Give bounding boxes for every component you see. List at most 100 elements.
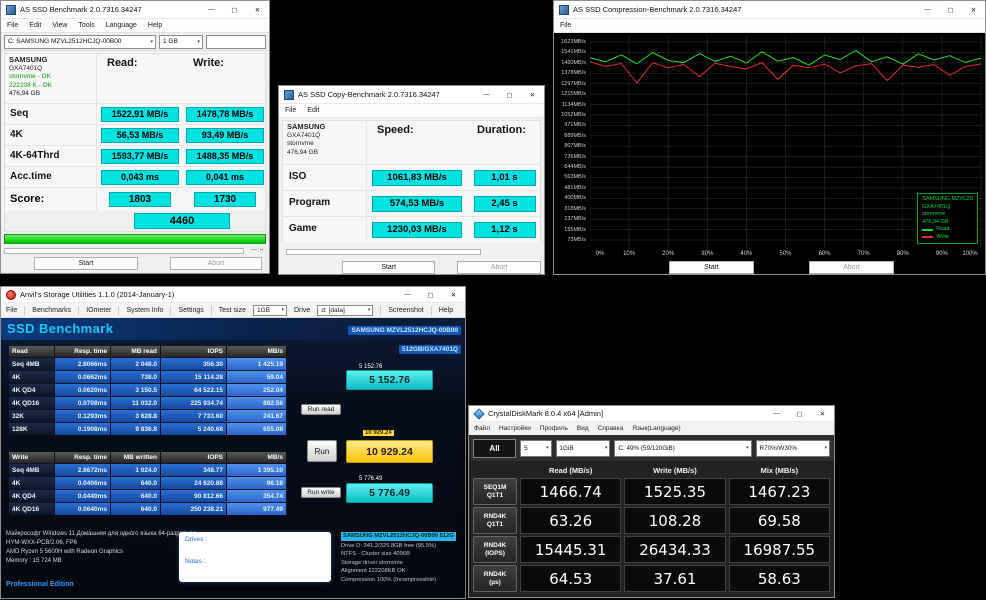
acctime-read-value: 0,043 ms <box>101 169 179 185</box>
menu-help[interactable]: Help <box>148 22 162 29</box>
test-count-value: 5 <box>524 444 528 452</box>
target-drive-select[interactable]: C: 49% (59/120GiB) ▾ <box>614 439 752 457</box>
menu-system-info[interactable]: System Info <box>126 307 163 314</box>
maximize-button[interactable]: ▢ <box>939 1 962 18</box>
mix-ratio-select[interactable]: R70%/W30% ▾ <box>755 439 831 457</box>
write-score-box: 5 776.49 <box>346 483 433 503</box>
titlebar[interactable]: Anvil's Storage Utilities 1.1.0 (2014-Ja… <box>1 287 465 303</box>
run-read-button[interactable]: Run read <box>301 404 341 415</box>
iops-cell: 7 733.60 <box>161 409 227 422</box>
run-button[interactable]: Run <box>307 440 337 462</box>
menu-language[interactable]: Language <box>106 22 137 29</box>
target-drive-value: C: 49% (59/120GiB) <box>618 444 675 452</box>
app-icon <box>6 289 16 300</box>
maximize-button[interactable]: ▢ <box>223 1 246 18</box>
menu-screenshot[interactable]: Screenshot <box>388 307 423 314</box>
start-button[interactable]: Start <box>342 261 436 274</box>
menu-settings[interactable]: Settings <box>178 307 203 314</box>
maximize-button[interactable]: ▢ <box>419 287 442 302</box>
drive-alignment: Alignment 222208KB OK <box>341 568 406 574</box>
program-duration-value: 2,45 s <box>473 195 536 212</box>
y-axis-tick: 1541MB/s <box>561 49 586 56</box>
menu-edit[interactable]: Edit <box>307 107 319 114</box>
score-row: Score: 1803 1730 <box>4 187 266 211</box>
menu-file[interactable]: File <box>285 107 296 114</box>
result-row-rnd4k-latency: RND4K (µs) 64.53 37.61 58.63 <box>473 565 830 592</box>
menu-language[interactable]: Язык(Language) <box>632 425 680 432</box>
drive-select[interactable]: d: [data] ▾ <box>317 304 374 316</box>
menu-view[interactable]: View <box>52 22 67 29</box>
close-button[interactable]: ✕ <box>811 406 834 421</box>
row-label: 4K QD16 <box>9 396 55 409</box>
menu-iometer[interactable]: IOmeter <box>86 307 111 314</box>
close-button[interactable]: ✕ <box>521 86 544 103</box>
game-speed-value: 1230,03 MB/s <box>372 221 462 238</box>
menu-view[interactable]: Вид <box>577 425 589 432</box>
device-firmware-badge: 512GB/GXA7401Q <box>398 345 461 354</box>
menu-help[interactable]: Справка <box>598 425 624 432</box>
table-row: 128K 0.1908ms 9 836.8 5 240.68 655.08 <box>9 422 287 435</box>
run-write-button[interactable]: Run write <box>301 487 341 498</box>
menubar: File Benchmarks IOmeter System Info Sett… <box>1 303 465 318</box>
total-score-small-label: 10 929.24 <box>363 430 394 436</box>
chevron-down-icon: ▾ <box>824 445 828 451</box>
minimize-button[interactable]: — <box>475 86 498 103</box>
drive-model-badge: SAMSUNG MZVL2512HCJQ-00B00 512G <box>341 532 456 541</box>
run-seq1m-q1t1-button[interactable]: SEQ1M Q1T1 <box>473 478 517 505</box>
maximize-button[interactable]: ▢ <box>788 406 811 421</box>
menu-file[interactable]: File <box>6 307 17 314</box>
test-count-select[interactable]: 5 ▾ <box>520 439 552 457</box>
drives-notes-box[interactable]: Drives : Notes : <box>179 532 331 582</box>
menu-tools[interactable]: Tools <box>78 22 94 29</box>
menu-profile[interactable]: Профиль <box>540 425 568 432</box>
menu-benchmarks[interactable]: Benchmarks <box>32 307 71 314</box>
titlebar[interactable]: CrystalDiskMark 8.0.4 x64 [Admin] — ▢ ✕ <box>469 406 834 422</box>
result-row-rnd4k-iops: RND4K (IOPS) 15445.31 26434.33 16987.55 <box>473 536 830 563</box>
row-label: 4K <box>9 370 55 383</box>
table-row: 4K QD16 0.0708ms 11 032.0 225 934.74 882… <box>9 396 287 409</box>
menu-edit[interactable]: Edit <box>29 22 41 29</box>
run-all-button[interactable]: All <box>473 438 517 458</box>
menu-file[interactable]: File <box>560 22 571 29</box>
test-size-select[interactable]: 1GB ▾ <box>252 304 287 316</box>
abort-button[interactable]: Abort <box>170 257 262 270</box>
test-queue-thread: Q1T1 <box>486 520 504 528</box>
run-rnd4k-q1t1-button[interactable]: RND4K Q1T1 <box>473 507 517 534</box>
test-size-select[interactable]: 1 GB ▾ <box>159 34 203 49</box>
minimize-button[interactable]: — <box>200 1 223 18</box>
minimize-button[interactable]: — <box>396 287 419 302</box>
drive-select[interactable]: C: SAMSUNG MZVL2512HCJQ-00B00 ▾ <box>4 34 156 49</box>
titlebar[interactable]: AS SSD Compression-Benchmark 2.0.7316.34… <box>554 1 985 19</box>
row-label: Seq 4MB <box>9 463 55 476</box>
test-size-select[interactable]: 1GiB ▾ <box>555 439 611 457</box>
row-label: 4K QD4 <box>9 383 55 396</box>
legend-drive-firmware: GXA7401Q <box>922 203 951 210</box>
benchmark-row-4k: 4K 56,53 MB/s 93,49 MB/s <box>4 124 266 145</box>
edition-link[interactable]: Professional Edition <box>6 581 74 588</box>
row-label: Program <box>283 191 367 216</box>
start-button[interactable]: Start <box>34 257 138 270</box>
menu-file[interactable]: File <box>7 22 18 29</box>
mb-cell: 3 150.5 <box>111 383 161 396</box>
page-title: SSD Benchmark <box>7 321 114 336</box>
menu-settings[interactable]: Настройки <box>499 425 531 432</box>
minimize-button[interactable]: — <box>916 1 939 18</box>
close-button[interactable]: ✕ <box>442 287 465 302</box>
abort-button[interactable]: Abort <box>809 261 894 274</box>
abort-button[interactable]: Abort <box>457 261 541 274</box>
titlebar[interactable]: AS SSD Copy-Benchmark 2.0.7316.34247 — ▢… <box>279 86 544 104</box>
menubar: Файл Настройки Профиль Вид Справка Язык(… <box>469 422 834 435</box>
start-button[interactable]: Start <box>669 261 754 274</box>
titlebar[interactable]: AS SSD Benchmark 2.0.7316.34247 — ▢ ✕ <box>1 1 269 19</box>
resp-time-cell: 2.8672ms <box>55 463 111 476</box>
chart-legend: SAMSUNG MZVL2S GXA7401Q stornvme 476,94 … <box>917 193 978 244</box>
minimize-button[interactable]: — <box>765 406 788 421</box>
close-button[interactable]: ✕ <box>962 1 985 18</box>
menu-help[interactable]: Help <box>439 307 453 314</box>
test-controls: All 5 ▾ 1GiB ▾ C: 49% (59/120GiB) ▾ R70%… <box>469 435 834 461</box>
mix-result: 69.58 <box>728 507 830 534</box>
parameter-input[interactable] <box>206 34 266 49</box>
menu-file[interactable]: Файл <box>474 425 490 432</box>
maximize-button[interactable]: ▢ <box>498 86 521 103</box>
close-button[interactable]: ✕ <box>246 1 269 18</box>
